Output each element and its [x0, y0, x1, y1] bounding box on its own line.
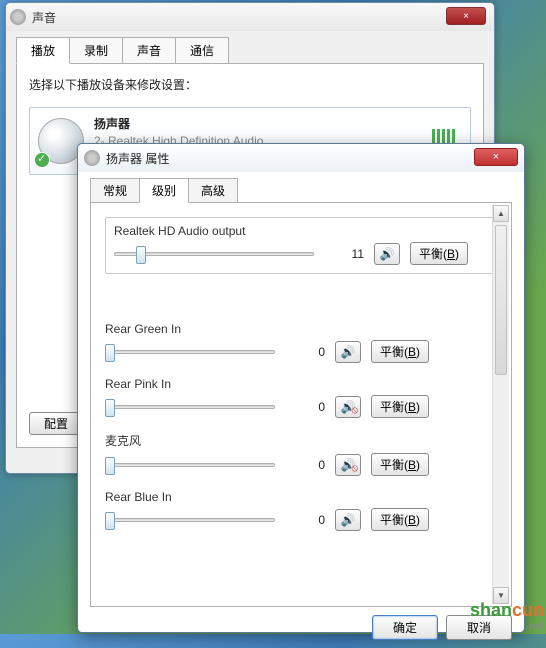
muted-icon: ⦸: [351, 463, 358, 474]
tab-playback[interactable]: 播放: [16, 37, 70, 64]
volume-value: 0: [285, 513, 325, 527]
instruction-text: 选择以下播放设备来修改设置：: [29, 76, 471, 93]
mute-button[interactable]: 🔊: [374, 243, 400, 265]
properties-window-icon: [84, 150, 100, 166]
vertical-scrollbar[interactable]: ▲ ▼: [492, 205, 509, 604]
balance-button[interactable]: 平衡(B): [371, 395, 429, 418]
tab-advanced[interactable]: 高级: [188, 178, 238, 203]
control-rear-pink: Rear Pink In 0 🔊⦸ 平衡(B): [105, 377, 497, 418]
cancel-button[interactable]: 取消: [446, 615, 512, 640]
ok-button[interactable]: 确定: [372, 615, 438, 640]
control-label: 麦克风: [105, 432, 497, 449]
properties-titlebar[interactable]: 扬声器 属性 ×: [78, 144, 524, 172]
properties-window-title: 扬声器 属性: [106, 150, 169, 167]
levels-panel: Realtek HD Audio output 11 🔊 平衡(B) Rear …: [90, 202, 512, 607]
configure-row: 配置: [29, 412, 83, 435]
properties-tabs: 常规 级别 高级: [90, 178, 512, 203]
close-button[interactable]: ×: [446, 7, 486, 25]
tab-levels[interactable]: 级别: [139, 178, 189, 203]
configure-button[interactable]: 配置: [29, 412, 83, 435]
volume-value: 0: [285, 345, 325, 359]
tab-recording[interactable]: 录制: [69, 37, 123, 64]
volume-value: 0: [285, 458, 325, 472]
volume-value: 11: [324, 247, 364, 261]
mute-button[interactable]: 🔊: [335, 509, 361, 531]
control-main-output: Realtek HD Audio output 11 🔊 平衡(B): [105, 217, 497, 274]
sound-titlebar[interactable]: 声音 ×: [6, 3, 494, 31]
volume-slider[interactable]: [105, 342, 275, 362]
tab-communications[interactable]: 通信: [175, 37, 229, 64]
control-rear-green: Rear Green In 0 🔊 平衡(B): [105, 322, 497, 363]
balance-button[interactable]: 平衡(B): [371, 340, 429, 363]
device-name: 扬声器: [94, 116, 422, 133]
mute-button[interactable]: 🔊⦸: [335, 454, 361, 476]
mute-button[interactable]: 🔊: [335, 341, 361, 363]
mute-button[interactable]: 🔊⦸: [335, 396, 361, 418]
sound-window-icon: [10, 9, 26, 25]
scroll-down-icon[interactable]: ▼: [493, 587, 509, 604]
control-microphone: 麦克风 0 🔊⦸ 平衡(B): [105, 432, 497, 476]
sound-window-title: 声音: [32, 9, 56, 26]
speaker-icon: 🔊: [380, 247, 395, 261]
close-icon: ×: [493, 151, 499, 163]
speaker-icon: 🔊: [341, 345, 356, 359]
control-label: Rear Blue In: [105, 490, 497, 504]
scroll-up-icon[interactable]: ▲: [493, 205, 509, 222]
control-label: Rear Green In: [105, 322, 497, 336]
speaker-properties-window: 扬声器 属性 × 常规 级别 高级 Realtek HD Audio outpu…: [77, 143, 525, 633]
tab-sounds[interactable]: 声音: [122, 37, 176, 64]
volume-slider[interactable]: [114, 244, 314, 264]
control-row: 11 🔊 平衡(B): [114, 242, 488, 265]
balance-button[interactable]: 平衡(B): [371, 453, 429, 476]
dialog-buttons: 确定 取消: [78, 615, 524, 648]
tab-general[interactable]: 常规: [90, 178, 140, 203]
control-label: Rear Pink In: [105, 377, 497, 391]
volume-slider[interactable]: [105, 455, 275, 475]
control-rear-blue: Rear Blue In 0 🔊 平衡(B): [105, 490, 497, 531]
scroll-thumb[interactable]: [495, 225, 507, 375]
balance-button[interactable]: 平衡(B): [371, 508, 429, 531]
muted-icon: ⦸: [351, 405, 358, 416]
sound-tabs: 播放 录制 声音 通信: [16, 37, 484, 64]
balance-button[interactable]: 平衡(B): [410, 242, 468, 265]
default-check-icon: [34, 152, 50, 168]
volume-slider[interactable]: [105, 397, 275, 417]
close-button[interactable]: ×: [474, 148, 518, 166]
volume-value: 0: [285, 400, 325, 414]
control-label: Realtek HD Audio output: [114, 224, 488, 238]
close-icon: ×: [463, 11, 469, 22]
speaker-icon: 🔊: [341, 513, 356, 527]
volume-slider[interactable]: [105, 510, 275, 530]
